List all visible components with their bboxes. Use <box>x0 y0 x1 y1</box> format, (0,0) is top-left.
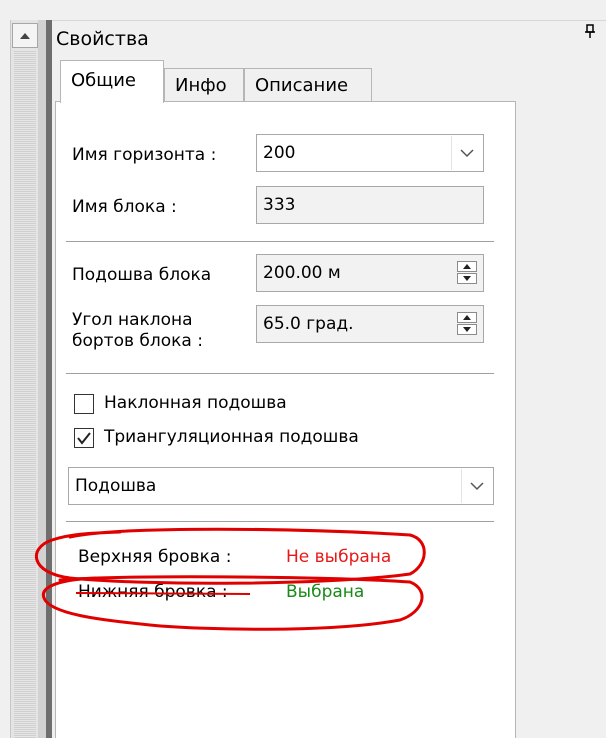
spin-up-icon[interactable] <box>457 261 477 272</box>
separator <box>66 373 494 375</box>
tab-info[interactable]: Инфо <box>164 68 244 102</box>
lower-edge-label: Нижняя бровка : <box>78 582 228 602</box>
separator <box>66 521 494 523</box>
lower-edge-status: Выбрана <box>286 582 365 602</box>
sole-type-value: Подошва <box>75 476 157 496</box>
chevron-down-icon[interactable] <box>461 469 492 503</box>
sole-type-select[interactable]: Подошва <box>68 467 494 505</box>
checkmark-icon <box>77 432 91 445</box>
tab-label: Общие <box>71 70 136 91</box>
sole-value: 200.00 м <box>263 263 341 283</box>
spin-down-icon[interactable] <box>457 324 477 335</box>
inclined-sole-checkbox[interactable] <box>74 394 94 414</box>
angle-spin-buttons[interactable] <box>457 312 477 336</box>
splitter[interactable] <box>38 20 46 738</box>
horizon-value: 200 <box>263 143 296 163</box>
block-name-field[interactable]: 333 <box>256 186 484 224</box>
block-name-value: 333 <box>263 195 296 215</box>
arrow-up-icon <box>20 33 30 39</box>
panel-title: Свойства <box>56 28 149 50</box>
upper-edge-status: Не выбрана <box>286 547 392 567</box>
upper-edge-label: Верхняя бровка : <box>78 547 232 567</box>
sole-label: Подошва блока <box>72 265 212 285</box>
spin-up-icon[interactable] <box>457 312 477 323</box>
pin-icon[interactable] <box>584 24 596 42</box>
triangulation-checkbox[interactable] <box>74 428 94 448</box>
sole-stepper[interactable]: 200.00 м <box>256 254 484 292</box>
spin-down-icon[interactable] <box>457 273 477 284</box>
inclined-sole-label[interactable]: Наклонная подошва <box>104 393 287 414</box>
angle-value: 65.0 град. <box>263 314 354 334</box>
angle-label-line2: бортов блока : <box>72 331 203 351</box>
angle-stepper[interactable]: 65.0 град. <box>256 305 484 343</box>
horizon-label: Имя горизонта : <box>72 145 217 165</box>
separator <box>66 241 494 243</box>
triangulation-label[interactable]: Триангуляционная подошва <box>104 427 359 448</box>
scrollbar-track[interactable] <box>14 50 36 738</box>
scroll-up-button[interactable] <box>12 23 38 48</box>
tab-general[interactable]: Общие <box>60 60 164 103</box>
angle-label-line1: Угол наклона <box>72 310 193 330</box>
horizon-select[interactable]: 200 <box>256 134 484 172</box>
top-bar <box>0 0 606 21</box>
tab-label: Описание <box>255 75 349 96</box>
sole-spin-buttons[interactable] <box>457 261 477 285</box>
chevron-down-icon[interactable] <box>451 136 482 170</box>
block-label: Имя блока : <box>72 197 177 217</box>
tab-description[interactable]: Описание <box>244 68 372 102</box>
tab-label: Инфо <box>175 75 227 96</box>
